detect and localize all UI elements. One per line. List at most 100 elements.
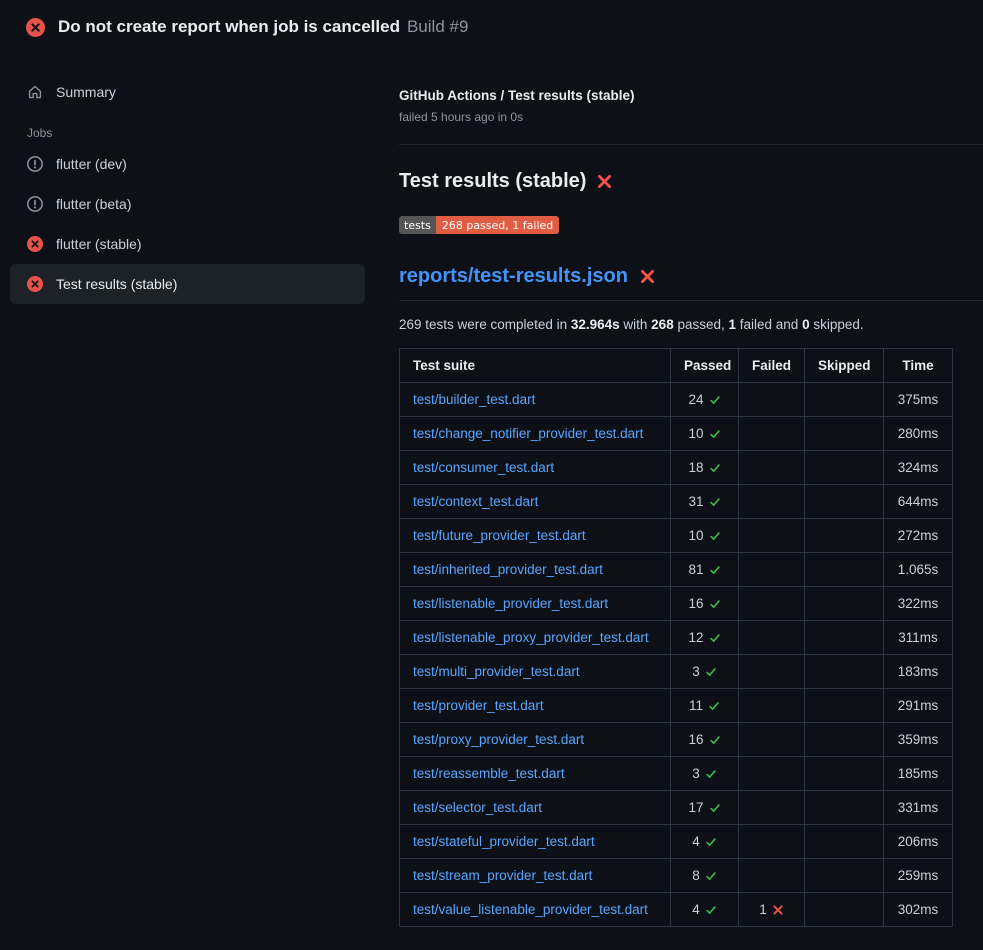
cell-passed: 11 (671, 689, 739, 723)
cell-failed (739, 723, 805, 757)
col-skipped: Skipped (805, 349, 884, 383)
cell-test-suite: test/inherited_provider_test.dart (400, 553, 671, 587)
cell-test-suite: test/listenable_proxy_provider_test.dart (400, 621, 671, 655)
time-value: 280ms (898, 426, 939, 441)
cell-test-suite: test/stateful_provider_test.dart (400, 825, 671, 859)
check-icon (704, 460, 721, 475)
time-value: 1.065s (898, 562, 939, 577)
cell-skipped (805, 621, 884, 655)
test-suite-link[interactable]: test/context_test.dart (413, 494, 538, 509)
cell-skipped (805, 655, 884, 689)
sidebar-item-summary[interactable]: Summary (10, 72, 365, 112)
test-suite-link[interactable]: test/consumer_test.dart (413, 460, 554, 475)
test-suite-link[interactable]: test/builder_test.dart (413, 392, 535, 407)
cell-failed (739, 587, 805, 621)
badge-label: tests (399, 216, 436, 234)
test-suite-link[interactable]: test/value_listenable_provider_test.dart (413, 902, 648, 917)
cell-test-suite: test/future_provider_test.dart (400, 519, 671, 553)
sidebar-item-label: Test results (stable) (56, 276, 177, 292)
report-link[interactable]: reports/test-results.json (399, 265, 628, 288)
check-icon (700, 766, 717, 781)
cell-failed (739, 791, 805, 825)
page-header: Do not create report when job is cancell… (0, 0, 983, 52)
test-suite-link[interactable]: test/proxy_provider_test.dart (413, 732, 584, 747)
test-suite-link[interactable]: test/change_notifier_provider_test.dart (413, 426, 643, 441)
cell-failed (739, 859, 805, 893)
report-title: reports/test-results.json (399, 265, 983, 301)
cell-failed (739, 655, 805, 689)
cell-skipped (805, 825, 884, 859)
main-content: GitHub Actions / Test results (stable) f… (399, 88, 983, 927)
check-icon (700, 664, 717, 679)
sidebar-item-flutter-beta[interactable]: flutter (beta) (10, 184, 365, 224)
failed-x-icon (596, 173, 613, 190)
check-icon (704, 732, 721, 747)
test-suite-link[interactable]: test/listenable_provider_test.dart (413, 596, 608, 611)
passed-count: 81 (688, 562, 703, 577)
failed-count: 1 (759, 902, 767, 917)
time-value: 375ms (898, 392, 939, 407)
failed-x-icon (639, 268, 656, 285)
sidebar-item-label: flutter (beta) (56, 196, 131, 212)
section-title-text: Test results (stable) (399, 170, 586, 193)
summary-sentence: 269 tests were completed in 32.964s with… (399, 317, 983, 332)
test-suite-link[interactable]: test/multi_provider_test.dart (413, 664, 580, 679)
cell-passed: 4 (671, 825, 739, 859)
table-row: test/proxy_provider_test.dart 16 359ms (400, 723, 953, 757)
test-suite-link[interactable]: test/listenable_proxy_provider_test.dart (413, 630, 649, 645)
cell-test-suite: test/selector_test.dart (400, 791, 671, 825)
cell-test-suite: test/consumer_test.dart (400, 451, 671, 485)
section-title: Test results (stable) (399, 170, 983, 193)
col-failed: Failed (739, 349, 805, 383)
run-title: Do not create report when job is cancell… (58, 17, 400, 36)
time-value: 311ms (898, 630, 938, 645)
jobs-section-label: Jobs (27, 126, 375, 140)
passed-count: 4 (692, 902, 700, 917)
cell-time: 272ms (884, 519, 953, 553)
check-icon (704, 596, 721, 611)
table-row: test/listenable_provider_test.dart 16 32… (400, 587, 953, 621)
cell-time: 644ms (884, 485, 953, 519)
time-value: 302ms (898, 902, 939, 917)
test-suite-link[interactable]: test/reassemble_test.dart (413, 766, 565, 781)
cell-skipped (805, 553, 884, 587)
check-icon (704, 528, 721, 543)
test-suite-link[interactable]: test/provider_test.dart (413, 698, 544, 713)
cell-test-suite: test/change_notifier_provider_test.dart (400, 417, 671, 451)
col-passed: Passed (671, 349, 739, 383)
sidebar-item-flutter-stable[interactable]: flutter (stable) (10, 224, 365, 264)
cell-passed: 24 (671, 383, 739, 417)
cell-skipped (805, 383, 884, 417)
page-title: Do not create report when job is cancell… (58, 17, 468, 37)
cell-skipped (805, 723, 884, 757)
cell-skipped (805, 757, 884, 791)
test-suite-link[interactable]: test/selector_test.dart (413, 800, 542, 815)
cell-skipped (805, 485, 884, 519)
test-suite-link[interactable]: test/stateful_provider_test.dart (413, 834, 595, 849)
test-suite-link[interactable]: test/stream_provider_test.dart (413, 868, 592, 883)
time-value: 259ms (898, 868, 939, 883)
time-value: 644ms (898, 494, 939, 509)
cell-passed: 3 (671, 655, 739, 689)
cell-passed: 12 (671, 621, 739, 655)
test-suite-link[interactable]: test/future_provider_test.dart (413, 528, 586, 543)
cell-test-suite: test/provider_test.dart (400, 689, 671, 723)
passed-count: 16 (688, 596, 703, 611)
table-row: test/change_notifier_provider_test.dart … (400, 417, 953, 451)
table-row: test/stream_provider_test.dart 8 259ms (400, 859, 953, 893)
passed-count: 18 (688, 460, 703, 475)
col-time: Time (884, 349, 953, 383)
cell-time: 359ms (884, 723, 953, 757)
failure-status-icon (27, 236, 43, 252)
cell-time: 322ms (884, 587, 953, 621)
check-icon (704, 392, 721, 407)
cell-test-suite: test/proxy_provider_test.dart (400, 723, 671, 757)
cell-failed (739, 485, 805, 519)
time-value: 322ms (898, 596, 939, 611)
sidebar-item-test-results-stable[interactable]: Test results (stable) (10, 264, 365, 304)
test-suite-link[interactable]: test/inherited_provider_test.dart (413, 562, 603, 577)
cell-passed: 8 (671, 859, 739, 893)
cell-passed: 17 (671, 791, 739, 825)
sidebar-item-flutter-dev[interactable]: flutter (dev) (10, 144, 365, 184)
cell-skipped (805, 689, 884, 723)
